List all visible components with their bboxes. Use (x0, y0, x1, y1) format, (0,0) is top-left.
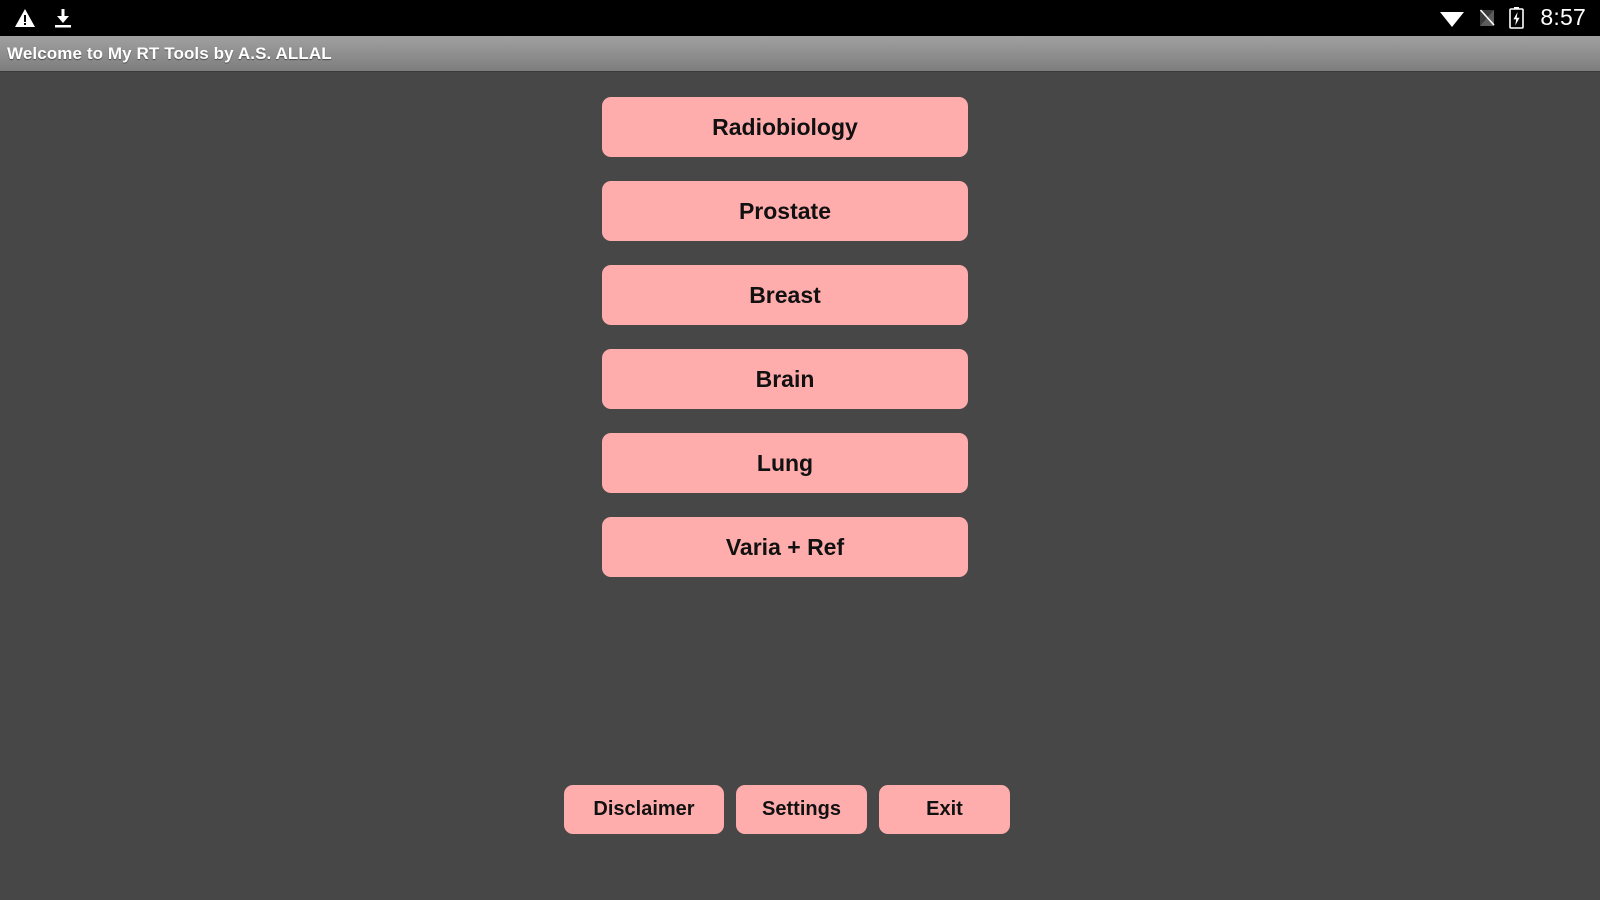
title-bar: Welcome to My RT Tools by A.S. ALLAL (0, 36, 1600, 72)
menu-button-lung[interactable]: Lung (602, 433, 968, 493)
no-signal-icon (1477, 8, 1497, 28)
status-bar-clock: 8:57 (1540, 4, 1586, 30)
app-window: 8:57 Welcome to My RT Tools by A.S. ALLA… (0, 0, 1600, 900)
status-bar-right-icons: 8:57 (1439, 4, 1586, 32)
disclaimer-button[interactable]: Disclaimer (564, 785, 724, 834)
menu-button-breast[interactable]: Breast (602, 265, 968, 325)
bottom-button-bar: Disclaimer Settings Exit (564, 785, 1010, 834)
menu-button-varia-ref[interactable]: Varia + Ref (602, 517, 968, 577)
app-title: Welcome to My RT Tools by A.S. ALLAL (7, 43, 332, 63)
download-icon (52, 7, 74, 29)
status-bar-left-icons (14, 7, 74, 29)
menu-button-brain[interactable]: Brain (602, 349, 968, 409)
battery-charging-icon (1509, 7, 1525, 29)
menu-button-radiobiology[interactable]: Radiobiology (602, 97, 968, 157)
exit-button[interactable]: Exit (879, 785, 1010, 834)
menu-button-prostate[interactable]: Prostate (602, 181, 968, 241)
settings-button[interactable]: Settings (736, 785, 867, 834)
wifi-icon (1439, 8, 1465, 28)
status-bar: 8:57 (0, 0, 1600, 36)
warning-icon (14, 8, 36, 28)
main-content: Radiobiology Prostate Breast Brain Lung … (0, 73, 1600, 900)
main-menu: Radiobiology Prostate Breast Brain Lung … (602, 97, 968, 577)
